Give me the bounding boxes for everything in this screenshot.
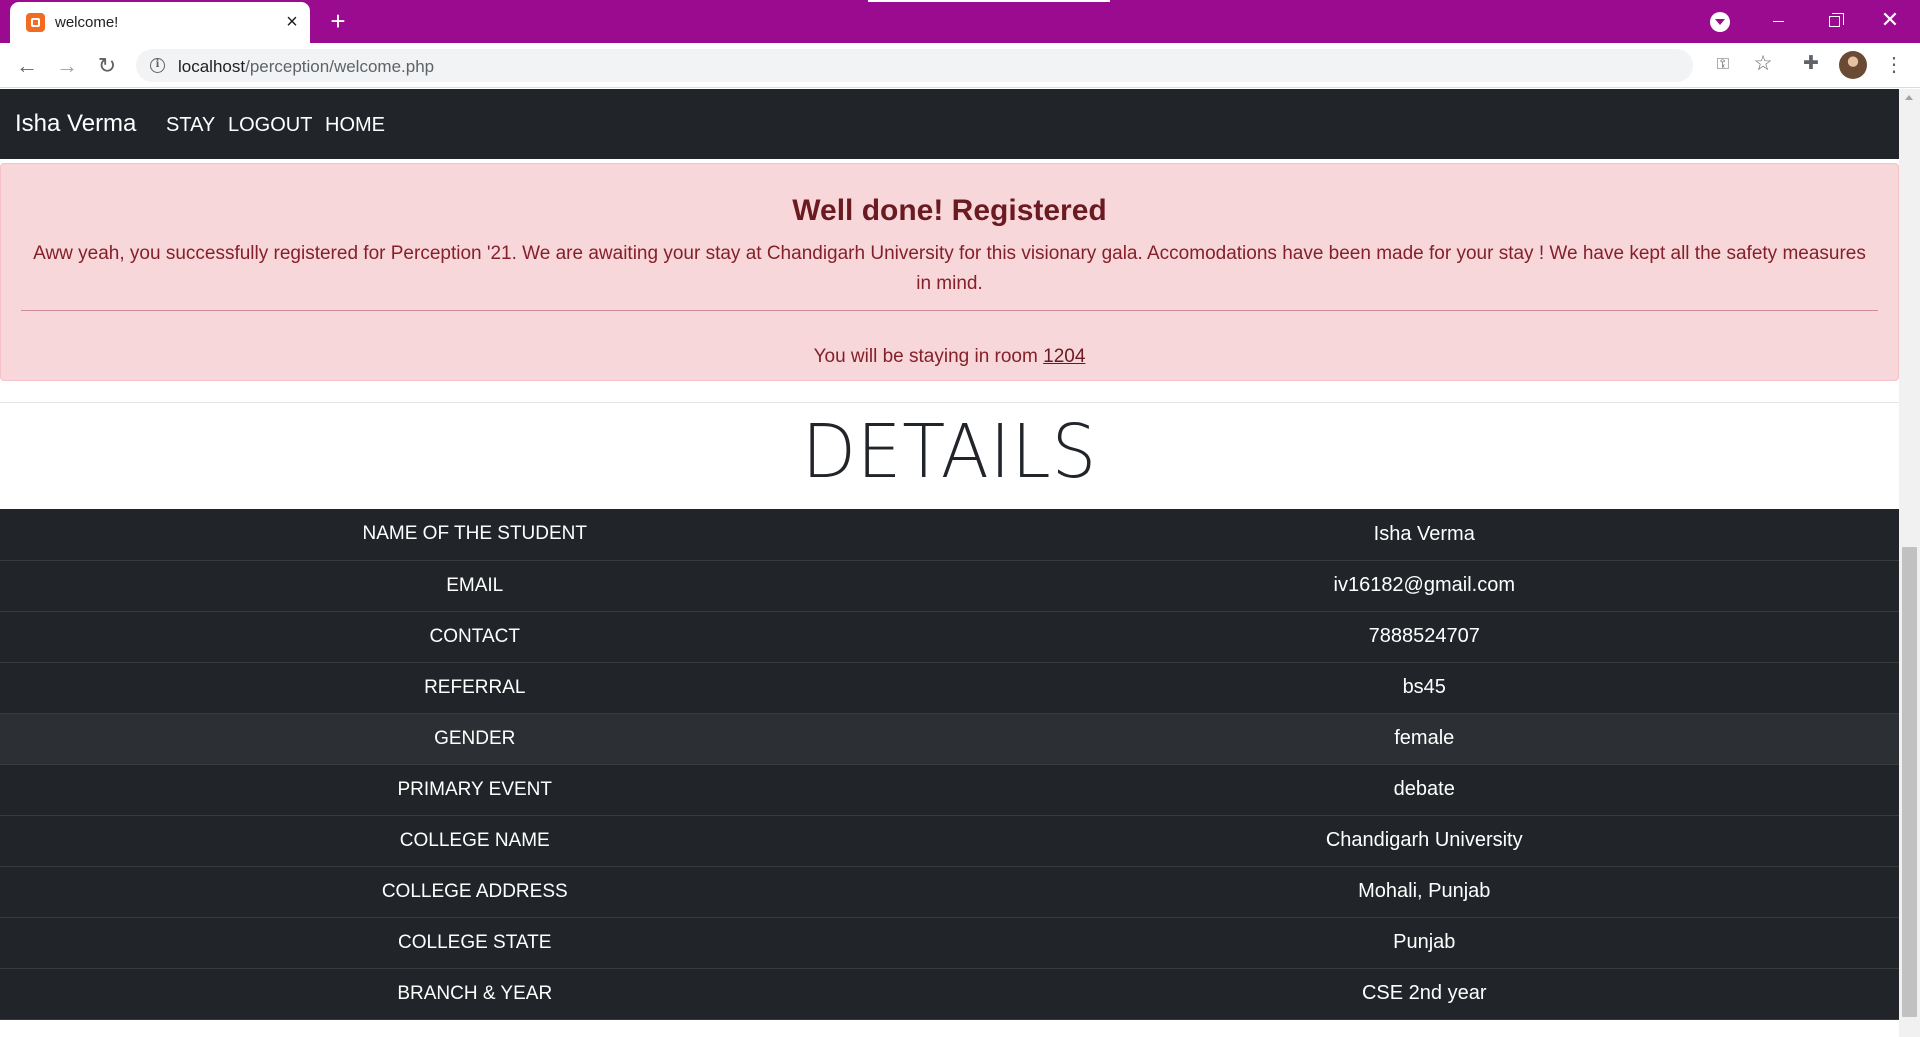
row-label: EMAIL <box>446 574 504 596</box>
alert-message: Aww yeah, you successfully registered fo… <box>33 243 1866 294</box>
url-host: localhost <box>178 57 246 76</box>
alert-room-line: You will be staying in room 1204 <box>1 346 1898 368</box>
details-table: NAME OF THE STUDENT Isha Verma EMAIL iv1… <box>0 509 1899 1020</box>
scrollbar-thumb[interactable] <box>1902 547 1917 1017</box>
alert-heading: Well done! Registered <box>792 194 1107 227</box>
registration-success-alert: Well done! Registered Aww yeah, you succ… <box>0 163 1899 381</box>
table-row: EMAIL iv16182@gmail.com <box>0 560 1899 611</box>
table-row: NAME OF THE STUDENT Isha Verma <box>0 509 1899 560</box>
details-heading: DETAILS <box>801 409 1098 495</box>
row-value: Chandigarh University <box>1325 829 1523 851</box>
row-label: PRIMARY EVENT <box>397 778 552 800</box>
row-value: 7888524707 <box>1368 625 1480 647</box>
url-path: /perception/welcome.php <box>245 57 435 76</box>
row-value: iv16182@gmail.com <box>1333 574 1516 596</box>
row-label: COLLEGE STATE <box>398 931 552 953</box>
close-tab-icon[interactable]: × <box>280 10 304 34</box>
arrow-left-icon[interactable]: ← <box>12 51 42 81</box>
table-row: COLLEGE NAME Chandigarh University <box>0 815 1899 866</box>
table-row: CONTACT 7888524707 <box>0 611 1899 662</box>
row-label: COLLEGE ADDRESS <box>381 880 568 902</box>
alert-divider <box>21 310 1878 311</box>
minimize-window-button[interactable] <box>1750 0 1806 40</box>
browser-tab-strip: welcome! × + ✕ <box>0 0 1920 43</box>
table-row: REFERRAL bs45 <box>0 662 1899 713</box>
row-label: GENDER <box>434 727 516 749</box>
table-row: PRIMARY EVENT debate <box>0 764 1899 815</box>
nav-link-stay[interactable]: STAY <box>166 114 215 137</box>
table-row: COLLEGE ADDRESS Mohali, Punjab <box>0 866 1899 917</box>
key-icon[interactable]: ⚿ <box>1712 54 1734 76</box>
profile-avatar[interactable] <box>1839 51 1867 79</box>
row-value: Mohali, Punjab <box>1358 880 1491 902</box>
site-navbar: Isha Verma STAY LOGOUT HOME <box>0 89 1899 159</box>
row-value: debate <box>1393 778 1455 800</box>
nav-link-home[interactable]: HOME <box>325 114 385 137</box>
room-number-link[interactable]: 1204 <box>1043 346 1085 367</box>
browser-tab-active[interactable]: welcome! × <box>10 2 310 43</box>
row-label: REFERRAL <box>424 676 526 698</box>
row-value: female <box>1394 727 1455 749</box>
navbar-brand[interactable]: Isha Verma <box>15 110 136 138</box>
puzzle-icon[interactable]: ✚ <box>1799 52 1823 76</box>
row-label: COLLEGE NAME <box>399 829 550 851</box>
restore-window-button[interactable] <box>1806 0 1862 40</box>
url-text[interactable]: localhost/perception/welcome.php <box>178 57 434 77</box>
xampp-favicon-icon <box>26 13 45 32</box>
table-row: BRANCH & YEAR CSE 2nd year <box>0 968 1899 1019</box>
tab-title: welcome! <box>55 14 119 31</box>
row-value: Isha Verma <box>1373 522 1475 545</box>
section-divider <box>0 402 1899 403</box>
row-label: CONTACT <box>429 625 520 647</box>
info-icon[interactable]: i <box>150 58 165 73</box>
table-row: GENDER female <box>0 713 1899 764</box>
new-tab-icon[interactable]: + <box>324 7 352 35</box>
room-prefix: You will be staying in room <box>813 346 1038 367</box>
table-row: COLLEGE STATE Punjab <box>0 917 1899 968</box>
strip-highlight <box>868 0 1110 2</box>
row-label: BRANCH & YEAR <box>397 982 553 1004</box>
address-bar[interactable]: i localhost/perception/welcome.php <box>136 49 1693 82</box>
reload-icon[interactable]: ↻ <box>92 51 122 81</box>
tab-search-icon[interactable] <box>1710 12 1730 32</box>
page-scrollbar[interactable] <box>1899 89 1920 1037</box>
page-viewport: Isha Verma STAY LOGOUT HOME Well done! R… <box>0 89 1899 1037</box>
close-window-button[interactable]: ✕ <box>1862 0 1918 40</box>
kebab-menu-icon[interactable]: ⋮ <box>1884 51 1904 79</box>
row-value: CSE 2nd year <box>1361 982 1487 1004</box>
row-label: NAME OF THE STUDENT <box>362 523 588 545</box>
row-value: bs45 <box>1402 676 1446 698</box>
arrow-right-icon[interactable]: → <box>52 51 82 81</box>
nav-link-logout[interactable]: LOGOUT <box>228 114 312 137</box>
browser-toolbar: ← → ↻ i localhost/perception/welcome.php <box>0 43 1920 88</box>
scroll-up-arrow-icon[interactable] <box>1905 95 1913 100</box>
row-value: Punjab <box>1393 931 1456 953</box>
star-icon[interactable]: ☆ <box>1751 52 1775 76</box>
